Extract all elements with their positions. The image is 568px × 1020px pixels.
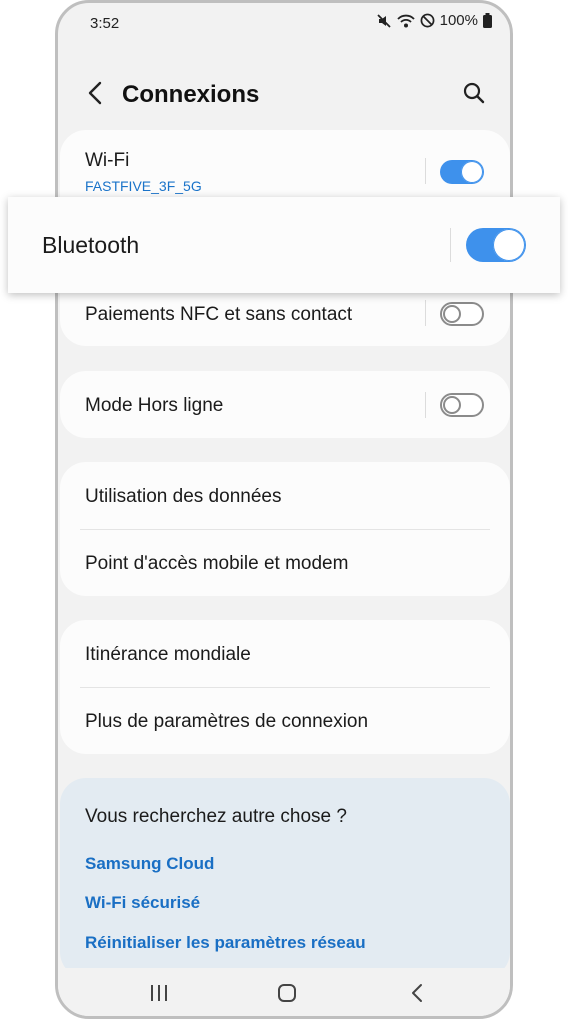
divider: [425, 392, 426, 418]
app-header: Connexions: [58, 69, 510, 119]
back-arrow-icon[interactable]: [82, 78, 108, 108]
do-not-disturb-icon: [420, 13, 435, 28]
wifi-label: Wi-Fi: [85, 150, 130, 171]
back-icon[interactable]: [402, 980, 432, 1006]
suggestions-title: Vous recherchez autre chose ?: [85, 806, 347, 827]
divider: [450, 228, 451, 262]
bluetooth-toggle[interactable]: [466, 228, 526, 262]
data-card: Utilisation des données Point d'accès mo…: [60, 462, 510, 596]
more-settings-row[interactable]: Plus de paramètres de connexion: [60, 687, 510, 754]
wifi-network-name: FASTFIVE_3F_5G: [85, 178, 202, 194]
navigation-bar: [58, 968, 510, 1016]
mute-icon: [376, 13, 392, 29]
search-icon[interactable]: [460, 79, 488, 107]
recent-apps-icon[interactable]: [144, 980, 174, 1006]
status-time: 3:52: [90, 15, 120, 32]
page-title: Connexions: [122, 81, 260, 108]
wifi-icon: [396, 13, 415, 29]
link-secure-wifi[interactable]: Wi-Fi sécurisé: [85, 893, 200, 913]
link-reset-network[interactable]: Réinitialiser les paramètres réseau: [85, 933, 366, 953]
bluetooth-label: Bluetooth: [42, 232, 140, 258]
airplane-label: Mode Hors ligne: [85, 395, 224, 416]
divider: [425, 158, 426, 184]
home-icon[interactable]: [272, 980, 302, 1006]
status-icons: 100%: [376, 12, 492, 29]
status-bar: 3:52 100%: [58, 3, 510, 43]
data-usage-label: Utilisation des données: [85, 486, 282, 507]
divider: [425, 300, 426, 326]
roaming-row[interactable]: Itinérance mondiale: [60, 620, 510, 687]
hotspot-row[interactable]: Point d'accès mobile et modem: [60, 529, 510, 596]
battery-level: 100%: [439, 12, 478, 29]
battery-icon: [483, 13, 492, 28]
airplane-toggle[interactable]: [440, 393, 484, 417]
nfc-label: Paiements NFC et sans contact: [85, 304, 353, 325]
nfc-toggle[interactable]: [440, 302, 484, 326]
data-usage-row[interactable]: Utilisation des données: [60, 462, 510, 529]
hotspot-label: Point d'accès mobile et modem: [85, 553, 349, 574]
more-settings-label: Plus de paramètres de connexion: [85, 711, 369, 732]
more-card: Itinérance mondiale Plus de paramètres d…: [60, 620, 510, 754]
wifi-toggle[interactable]: [440, 160, 484, 184]
link-samsung-cloud[interactable]: Samsung Cloud: [85, 854, 214, 874]
roaming-label: Itinérance mondiale: [85, 644, 251, 665]
suggestions-panel: Vous recherchez autre chose ? Samsung Cl…: [60, 778, 510, 978]
phone-frame: 3:52 100% Connexions Wi-Fi FASTFIVE_3F_5…: [55, 0, 513, 1019]
bluetooth-row[interactable]: Bluetooth: [8, 197, 560, 293]
airplane-row[interactable]: Mode Hors ligne: [60, 371, 510, 438]
airplane-card: Mode Hors ligne: [60, 371, 510, 438]
